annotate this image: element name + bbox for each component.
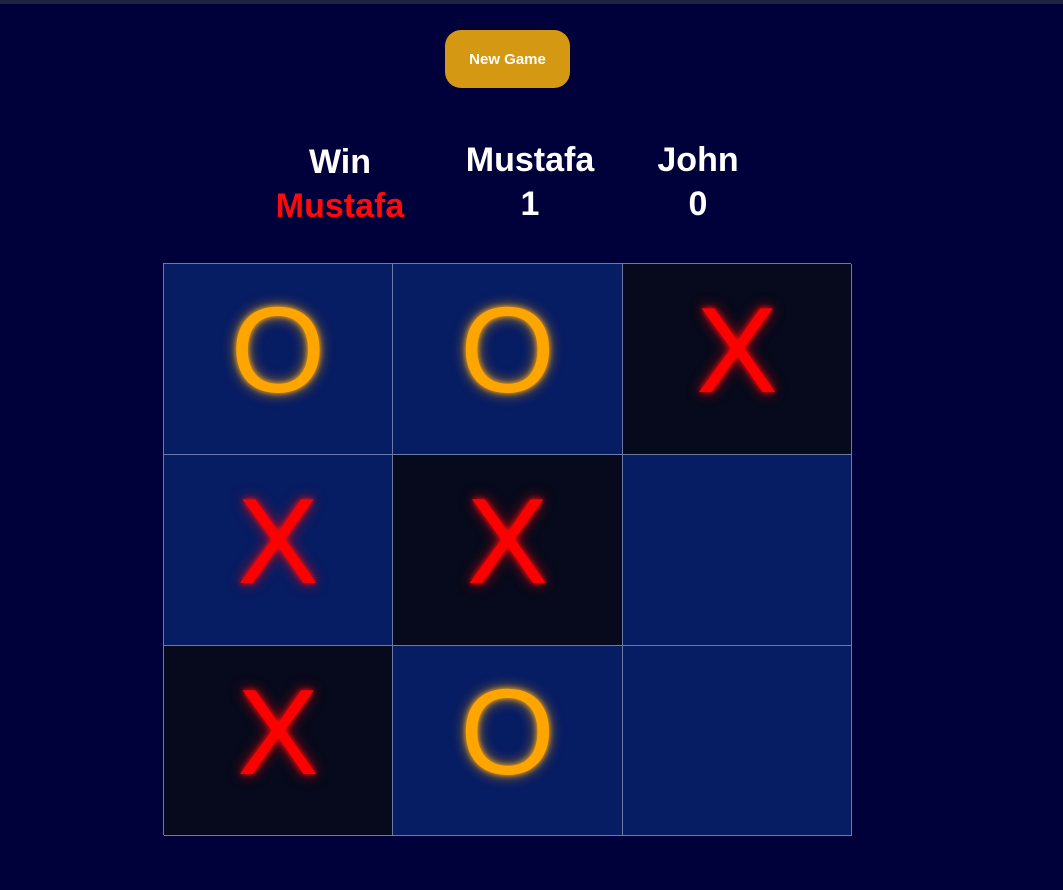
cell-mark-3: X [696, 282, 778, 418]
player1-score: Mustafa 1 [450, 138, 610, 226]
winner-name: Mustafa [275, 187, 405, 225]
cell-mark-7: X [237, 663, 319, 800]
top-strip [0, 0, 1063, 4]
cell-mark-4: X [237, 473, 319, 609]
player2-score: John 0 [618, 138, 778, 226]
cell-mark-5: X [466, 473, 549, 609]
game-board: O O X X X X O [163, 263, 852, 836]
win-label: Win [308, 143, 371, 181]
board-cell-4[interactable]: X [164, 455, 393, 646]
board-cell-8[interactable]: O [393, 646, 623, 836]
board-cell-5[interactable]: X [393, 455, 623, 646]
cell-mark-2: O [460, 282, 555, 418]
new-game-button[interactable]: New Game [445, 30, 570, 88]
cell-mark-1: O [230, 282, 326, 418]
board-cell-1[interactable]: O [164, 264, 393, 455]
board-cell-6[interactable] [623, 455, 852, 646]
player1-score-value: 1 [520, 185, 540, 223]
player1-name: Mustafa [465, 141, 595, 179]
board-cell-3[interactable]: X [623, 264, 852, 455]
player2-name: John [657, 141, 739, 179]
player2-score-value: 0 [688, 185, 708, 223]
win-status: Win Mustafa [260, 140, 420, 228]
board-cell-7[interactable]: X [164, 646, 393, 836]
board-cell-9[interactable] [623, 646, 852, 836]
board-cell-2[interactable]: O [393, 264, 623, 455]
cell-mark-8: O [460, 663, 555, 800]
